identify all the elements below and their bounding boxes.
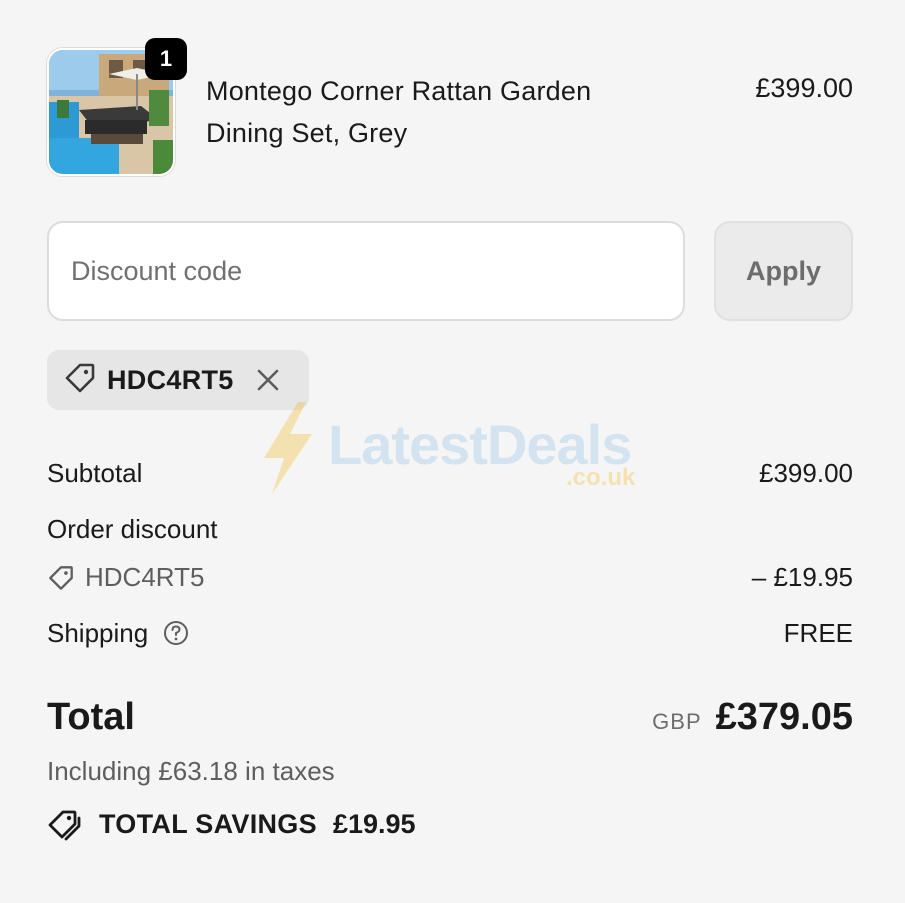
savings-value: £19.95 xyxy=(332,808,416,839)
total-row: Total GBP £379.05 xyxy=(47,696,853,742)
line-item: 1 Montego Corner Rattan Garden Dining Se… xyxy=(47,38,853,178)
help-icon[interactable] xyxy=(163,620,189,653)
savings-label: TOTAL SAVINGS xyxy=(99,808,317,839)
shipping-value: FREE xyxy=(783,618,853,648)
close-icon xyxy=(257,369,278,391)
total-savings: TOTAL SAVINGS £19.95 xyxy=(47,806,416,842)
discount-code-text: HDC4RT5 xyxy=(85,562,205,592)
applied-code-label: HDC4RT5 xyxy=(107,364,234,395)
subtotal-value: £399.00 xyxy=(759,458,853,488)
shipping-line: Shipping xyxy=(47,618,189,653)
order-discount-label: Order discount xyxy=(47,514,218,544)
shipping-row: Shipping FREE xyxy=(47,618,853,650)
apply-discount-button[interactable]: Apply xyxy=(714,221,853,321)
discount-code-input[interactable] xyxy=(47,221,685,321)
product-price: £399.00 xyxy=(755,73,853,103)
product-name: Montego Corner Rattan Garden Dining Set,… xyxy=(206,76,592,148)
tag-icon xyxy=(63,361,97,400)
shipping-label: Shipping xyxy=(47,618,149,648)
tag-icon xyxy=(49,565,73,590)
order-discount-row: Order discount xyxy=(47,514,853,546)
total-value: £379.05 xyxy=(715,696,853,738)
total-label: Total xyxy=(47,696,135,738)
discount-value: – £19.95 xyxy=(751,562,853,592)
subtotal-row: Subtotal £399.00 xyxy=(47,458,853,490)
currency-code: GBP xyxy=(652,709,702,734)
taxes-note: Including £63.18 in taxes xyxy=(47,756,335,786)
applied-discount-chip: HDC4RT5 xyxy=(47,350,309,410)
discount-code-line: HDC4RT5 xyxy=(47,562,204,593)
discount-code-row: HDC4RT5 – £19.95 xyxy=(47,562,853,594)
remove-discount-button[interactable] xyxy=(254,366,282,394)
taxes-row: Including £63.18 in taxes xyxy=(47,756,853,788)
tags-icon xyxy=(48,810,81,841)
product-thumbnail-wrapper: 1 xyxy=(47,38,187,176)
quantity-badge: 1 xyxy=(145,38,187,80)
total-amount: GBP £379.05 xyxy=(652,696,853,739)
subtotal-label: Subtotal xyxy=(47,458,143,488)
